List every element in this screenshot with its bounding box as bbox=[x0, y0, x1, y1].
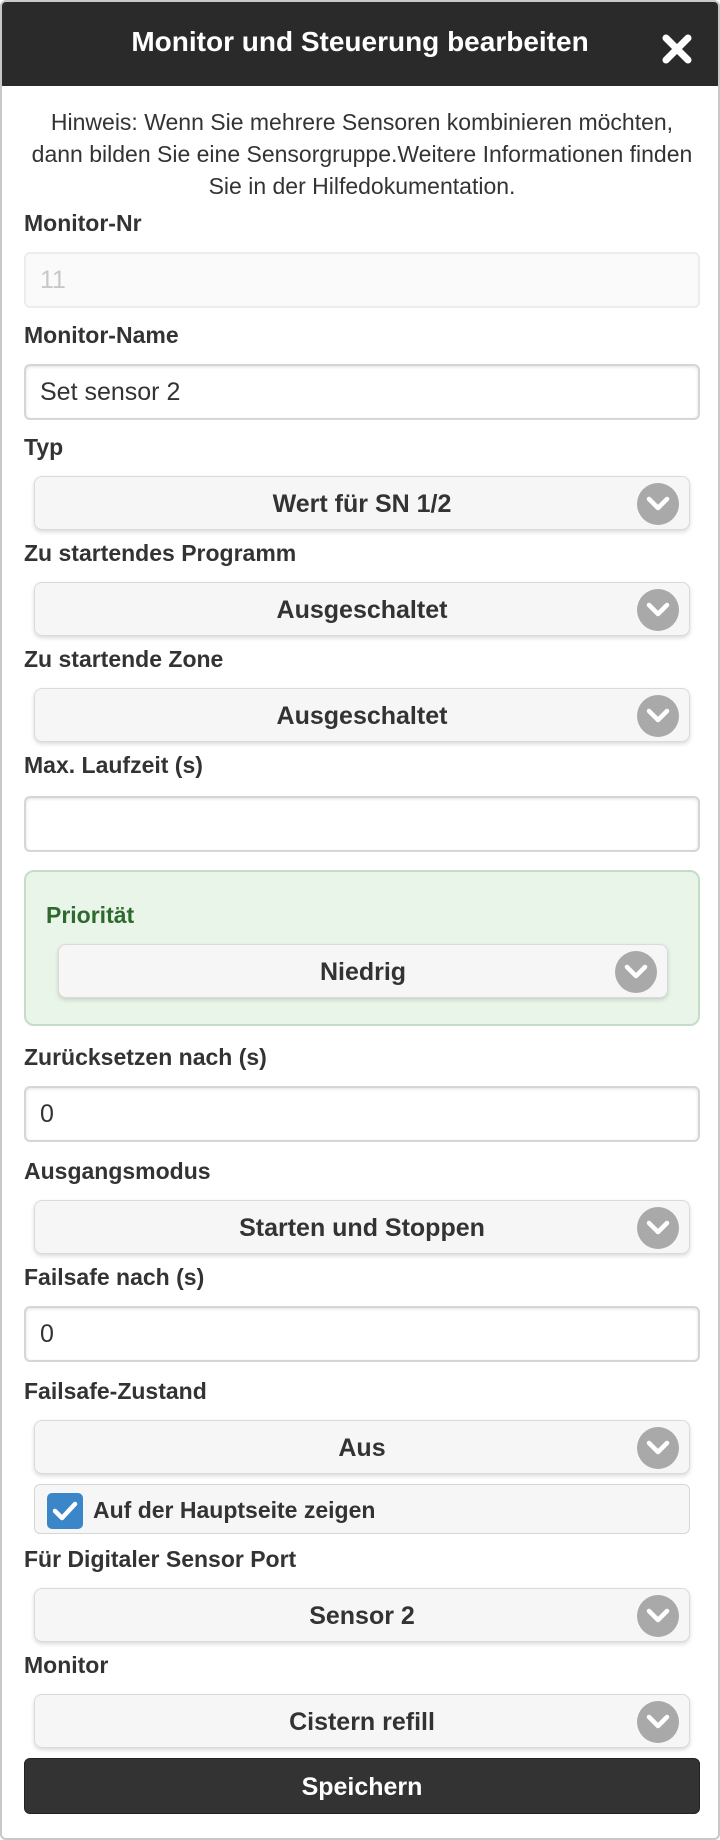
chevron-down-icon bbox=[637, 695, 679, 737]
digital-port-select-value: Sensor 2 bbox=[309, 1602, 415, 1630]
zone-select-value: Ausgeschaltet bbox=[276, 702, 448, 730]
failsafe-after-label: Failsafe nach (s) bbox=[24, 1264, 205, 1290]
monitor-nr-input bbox=[24, 252, 700, 308]
digital-port-label: Für Digitaler Sensor Port bbox=[24, 1546, 297, 1572]
checkmark-icon bbox=[47, 1493, 83, 1529]
zone-label: Zu startende Zone bbox=[24, 646, 224, 672]
chevron-down-icon bbox=[637, 1207, 679, 1249]
typ-select[interactable]: Wert für SN 1/2 bbox=[34, 476, 690, 530]
output-mode-label: Ausgangsmodus bbox=[24, 1158, 211, 1184]
chevron-down-icon bbox=[637, 589, 679, 631]
priority-label: Priorität bbox=[46, 902, 135, 928]
program-label: Zu startendes Programm bbox=[24, 540, 297, 566]
chevron-down-icon bbox=[637, 1427, 679, 1469]
typ-label: Typ bbox=[24, 434, 64, 460]
failsafe-state-label: Failsafe-Zustand bbox=[24, 1378, 207, 1404]
chevron-down-icon bbox=[637, 1595, 679, 1637]
output-mode-select[interactable]: Starten und Stoppen bbox=[34, 1200, 690, 1254]
failsafe-state-select[interactable]: Aus bbox=[34, 1420, 690, 1474]
max-runtime-label: Max. Laufzeit (s) bbox=[24, 752, 203, 778]
failsafe-state-select-value: Aus bbox=[338, 1434, 386, 1462]
show-main-checkbox[interactable]: Auf der Hauptseite zeigen bbox=[34, 1484, 690, 1534]
failsafe-after-input[interactable] bbox=[24, 1306, 700, 1362]
save-button[interactable]: Speichern bbox=[24, 1758, 700, 1814]
chevron-down-icon bbox=[637, 1701, 679, 1743]
priority-panel: Priorität Niedrig bbox=[24, 870, 700, 1026]
zone-select[interactable]: Ausgeschaltet bbox=[34, 688, 690, 742]
chevron-down-icon bbox=[615, 951, 657, 993]
digital-port-select[interactable]: Sensor 2 bbox=[34, 1588, 690, 1642]
close-icon[interactable] bbox=[660, 32, 694, 66]
chevron-down-icon bbox=[637, 483, 679, 525]
show-main-label: Auf der Hauptseite zeigen bbox=[93, 1497, 376, 1523]
save-button-label: Speichern bbox=[301, 1773, 423, 1801]
reset-input[interactable] bbox=[24, 1086, 700, 1142]
monitor-select-value: Cistern refill bbox=[289, 1708, 435, 1736]
monitor-select[interactable]: Cistern refill bbox=[34, 1694, 690, 1748]
dialog-title: Monitor und Steuerung bearbeiten bbox=[131, 26, 589, 57]
dialog-header: Monitor und Steuerung bearbeiten bbox=[2, 2, 718, 86]
monitor-name-input[interactable] bbox=[24, 364, 700, 420]
reset-label: Zurücksetzen nach (s) bbox=[24, 1044, 267, 1070]
monitor-nr-label: Monitor-Nr bbox=[24, 210, 142, 236]
hint-text: Hinweis: Wenn Sie mehrere Sensoren kombi… bbox=[31, 109, 693, 199]
monitor-label: Monitor bbox=[24, 1652, 109, 1678]
typ-select-value: Wert für SN 1/2 bbox=[272, 490, 452, 518]
program-select-value: Ausgeschaltet bbox=[276, 596, 448, 624]
max-runtime-input[interactable] bbox=[24, 796, 700, 852]
edit-monitor-dialog: Monitor und Steuerung bearbeiten Hinweis… bbox=[0, 0, 720, 1840]
output-mode-select-value: Starten und Stoppen bbox=[239, 1214, 485, 1242]
priority-select-value: Niedrig bbox=[319, 958, 407, 986]
priority-select[interactable]: Niedrig bbox=[58, 944, 668, 998]
program-select[interactable]: Ausgeschaltet bbox=[34, 582, 690, 636]
monitor-name-label: Monitor-Name bbox=[24, 322, 179, 348]
